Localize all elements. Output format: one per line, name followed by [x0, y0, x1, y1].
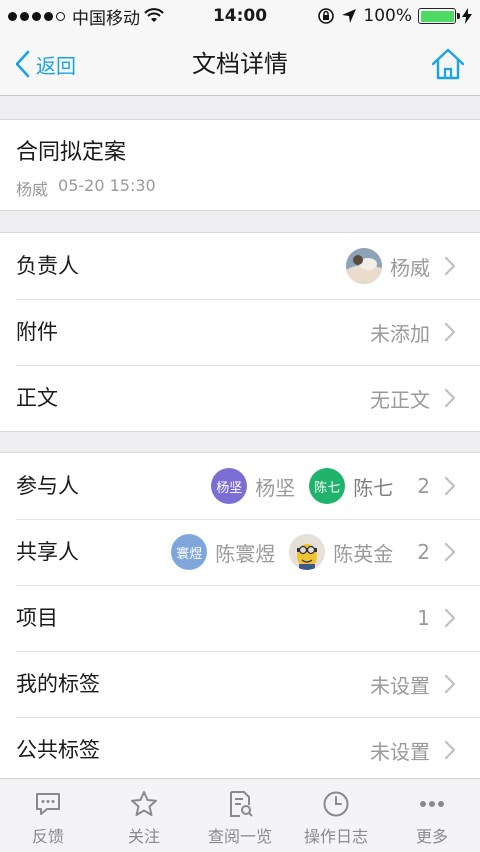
more-dots-icon — [420, 801, 444, 807]
chevron-right-icon — [444, 322, 456, 342]
body-label: 正文 — [16, 386, 58, 410]
people-group: 参与人 杨坚 杨坚 陈七 陈七 2 共享人 寰煜 陈寰煜 陈英金 2 项目 1 … — [0, 452, 480, 784]
public-tags-value: 未设置 — [370, 739, 430, 764]
document-header: 合同拟定案 杨威 05-20 15:30 — [0, 119, 480, 211]
tab-label: 更多 — [415, 827, 448, 846]
project-value: 1 — [417, 585, 458, 651]
chevron-right-icon — [444, 740, 456, 760]
body-value-wrap: 无正文 — [370, 365, 458, 431]
public-tags-value-wrap: 未设置 — [370, 717, 458, 783]
shared-count: 2 — [417, 540, 430, 564]
avatar — [289, 534, 326, 570]
document-search-icon — [230, 791, 253, 817]
project-row[interactable]: 项目 1 — [0, 585, 480, 651]
owner-label: 负责人 — [16, 254, 79, 278]
attachment-value: 未添加 — [370, 321, 430, 346]
attachment-value-wrap: 未添加 — [370, 299, 458, 365]
my-tags-value-wrap: 未设置 — [370, 651, 458, 717]
my-tags-label: 我的标签 — [16, 672, 100, 696]
battery-percent: 100% — [363, 6, 412, 26]
chevron-right-icon — [444, 608, 456, 628]
participant: 陈七 陈七 — [309, 468, 393, 504]
owner-name: 杨威 — [390, 255, 430, 280]
tab-more[interactable]: 更多 — [384, 779, 480, 852]
shared-row[interactable]: 共享人 寰煜 陈寰煜 陈英金 2 — [0, 519, 480, 585]
public-tags-row[interactable]: 公共标签 未设置 — [0, 717, 480, 783]
navigation-bar: 返回 文档详情 — [0, 32, 480, 96]
shared-member: 寰煜 陈寰煜 — [171, 534, 275, 570]
document-meta: 杨威 05-20 15:30 — [16, 176, 156, 200]
body-value: 无正文 — [370, 387, 430, 412]
tab-label: 查阅一览 — [207, 827, 272, 846]
bottom-tab-bar: 反馈 关注 查阅一览 操作日志 更多 — [0, 778, 480, 852]
avatar: 杨坚 — [211, 468, 248, 504]
owner-value: 杨威 — [346, 233, 458, 299]
tab-operation-log[interactable]: 操作日志 — [288, 779, 384, 852]
project-count: 1 — [417, 606, 430, 630]
document-title: 合同拟定案 — [16, 140, 127, 165]
project-label: 项目 — [16, 606, 58, 630]
participants-value: 杨坚 杨坚 陈七 陈七 2 — [211, 453, 458, 519]
star-icon — [131, 791, 157, 816]
clock-icon — [323, 791, 349, 817]
shared-member: 陈英金 — [289, 534, 393, 570]
tab-label: 操作日志 — [303, 827, 368, 846]
tab-follow[interactable]: 关注 — [96, 779, 192, 852]
participant-name: 杨坚 — [255, 475, 296, 500]
avatar — [346, 248, 382, 284]
rotation-lock-icon — [318, 8, 335, 24]
attachment-row[interactable]: 附件 未添加 — [0, 299, 480, 365]
owner-row[interactable]: 负责人 杨威 — [0, 233, 480, 299]
tab-feedback[interactable]: 反馈 — [0, 779, 96, 852]
avatar: 陈七 — [309, 468, 346, 504]
tab-label: 反馈 — [31, 827, 64, 846]
tab-read-overview[interactable]: 查阅一览 — [192, 779, 288, 852]
chevron-right-icon — [444, 476, 456, 496]
chevron-right-icon — [444, 388, 456, 408]
shared-label: 共享人 — [16, 540, 79, 564]
shared-member-name: 陈寰煜 — [215, 541, 276, 566]
participants-label: 参与人 — [16, 474, 79, 498]
tab-label: 关注 — [127, 827, 160, 846]
public-tags-label: 公共标签 — [16, 738, 100, 762]
attachment-label: 附件 — [16, 320, 58, 344]
body-row[interactable]: 正文 无正文 — [0, 365, 480, 431]
participants-row[interactable]: 参与人 杨坚 杨坚 陈七 陈七 2 — [0, 453, 480, 519]
charging-bolt-icon — [462, 8, 472, 24]
document-author: 杨威 — [16, 180, 49, 199]
shared-value: 寰煜 陈寰煜 陈英金 2 — [171, 519, 458, 585]
details-group: 负责人 杨威 附件 未添加 正文 无正文 — [0, 232, 480, 432]
chevron-right-icon — [444, 542, 456, 562]
location-arrow-icon — [342, 9, 357, 23]
avatar: 寰煜 — [171, 534, 208, 570]
status-right: 100% — [317, 0, 472, 32]
chevron-right-icon — [444, 256, 456, 276]
participants-count: 2 — [417, 474, 430, 498]
status-bar: 中国移动 14:00 100% — [0, 0, 480, 32]
participant: 杨坚 杨坚 — [211, 468, 295, 504]
document-datetime: 05-20 15:30 — [58, 176, 156, 195]
battery-icon — [418, 8, 460, 24]
shared-member-name: 陈英金 — [333, 541, 394, 566]
my-tags-row[interactable]: 我的标签 未设置 — [0, 651, 480, 717]
participant-name: 陈七 — [353, 475, 394, 500]
my-tags-value: 未设置 — [370, 673, 430, 698]
page-title: 文档详情 — [192, 50, 288, 78]
chevron-right-icon — [444, 674, 456, 694]
home-icon[interactable] — [430, 46, 466, 82]
chat-bubble-icon — [36, 793, 60, 815]
